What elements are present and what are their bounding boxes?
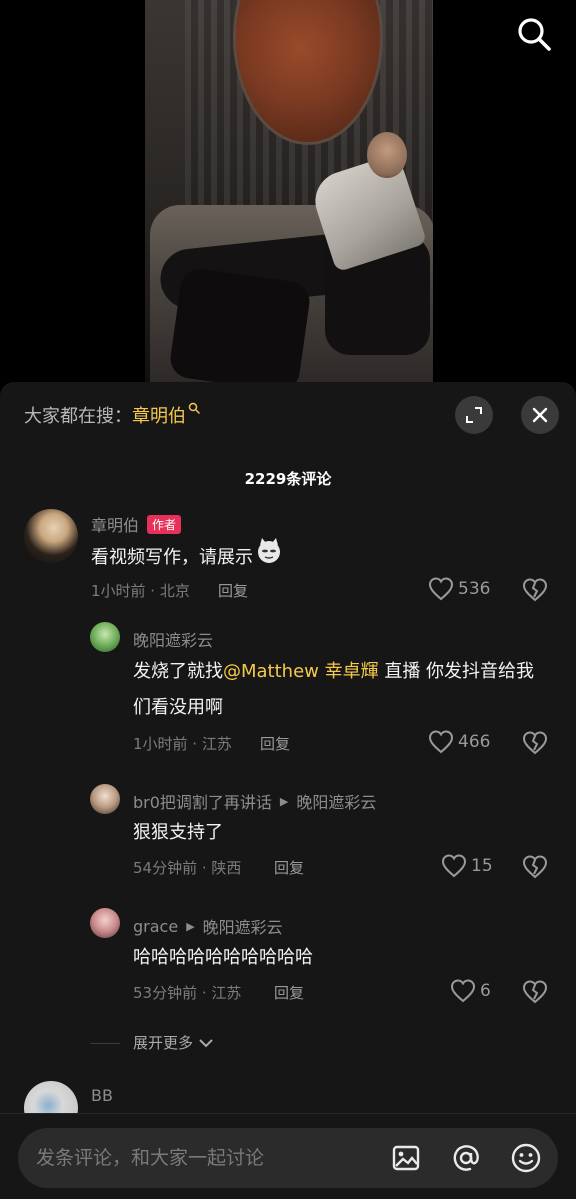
avatar[interactable] [90, 908, 120, 938]
comment-meta: 53分钟前 · 江苏 [133, 984, 242, 1002]
comment-username[interactable]: 章明伯 [91, 512, 139, 536]
reply-button[interactable]: 回复 [274, 857, 304, 878]
expand-more-button[interactable]: 展开更多 [133, 1032, 215, 1053]
avatar[interactable] [24, 509, 78, 563]
chevron-down-icon [199, 1038, 213, 1047]
reply-to-username[interactable]: 晚阳遮彩云 [203, 914, 283, 938]
trending-keyword[interactable]: 章明伯 [132, 402, 186, 428]
avatar[interactable] [90, 784, 120, 814]
comment-text-line2: 们看没用啊 [133, 697, 223, 718]
broken-heart-icon [522, 731, 548, 755]
heart-icon [428, 577, 454, 601]
broken-heart-icon [522, 855, 548, 879]
person-lower-legs [167, 266, 313, 394]
comment-input-container[interactable] [18, 1128, 558, 1188]
like-button[interactable]: 466 [428, 730, 490, 754]
reply-button[interactable]: 回复 [274, 982, 304, 1003]
broken-heart-icon [522, 980, 548, 1004]
expand-button[interactable] [455, 396, 493, 434]
close-icon [532, 407, 548, 423]
comment-meta: 1小时前 · 北京 [91, 582, 190, 600]
search-icon[interactable] [514, 14, 554, 54]
like-button[interactable]: 15 [441, 854, 493, 878]
comment-input[interactable] [36, 1128, 376, 1188]
comment-text: 看视频写作，请展示 [91, 546, 253, 568]
comment-input-bar [0, 1113, 576, 1199]
reply-button[interactable]: 回复 [260, 733, 290, 754]
like-button[interactable]: 6 [450, 979, 491, 1003]
search-small-icon [188, 402, 200, 417]
expand-icon [466, 407, 482, 423]
heart-icon [441, 854, 467, 878]
mention-link[interactable]: @Matthew 幸卓輝 [223, 661, 379, 682]
dislike-button[interactable] [522, 855, 548, 883]
comment-text: 狠狠支持了 [133, 822, 223, 843]
like-count: 536 [458, 579, 491, 599]
cat-emoji-icon [255, 537, 283, 578]
trending-prefix: 大家都在搜： [24, 406, 132, 427]
heart-icon [450, 979, 476, 1003]
heart-icon [428, 730, 454, 754]
comment-text: 发烧了就找 [133, 661, 223, 682]
person-head [367, 132, 407, 178]
reply-arrow-icon: ▶ [186, 919, 195, 933]
like-count: 15 [471, 856, 493, 876]
broken-heart-icon [522, 578, 548, 602]
comment-username[interactable]: 晚阳遮彩云 [133, 627, 213, 651]
reply-to-username[interactable]: 晚阳遮彩云 [296, 789, 376, 813]
reply-arrow-icon: ▶ [279, 794, 289, 808]
comment-username[interactable]: BB [91, 1086, 113, 1105]
comment-count: 2229条评论 [244, 470, 332, 488]
expand-more-label: 展开更多 [133, 1034, 194, 1052]
avatar[interactable] [90, 622, 120, 652]
like-count: 6 [480, 981, 491, 1001]
image-icon[interactable] [390, 1142, 422, 1174]
dislike-button[interactable] [522, 980, 548, 1008]
comment-panel: 大家都在搜： 章明伯 2229条评论 章明伯 作者 看视频写作，请展示 1小时前… [0, 382, 576, 1199]
comment-meta: 54分钟前 · 陕西 [133, 859, 242, 877]
dislike-button[interactable] [522, 578, 548, 606]
video-frame[interactable] [145, 0, 433, 395]
video-player[interactable] [0, 0, 576, 395]
dislike-button[interactable] [522, 731, 548, 759]
comment-text-continued: 直播 你发抖音给我 [378, 661, 535, 682]
close-button[interactable] [521, 396, 559, 434]
comment-username[interactable]: grace [133, 917, 178, 936]
emoji-icon[interactable] [510, 1142, 542, 1174]
comment-username[interactable]: br0把调割了再讲话 [133, 789, 272, 813]
comment-meta: 1小时前 · 江苏 [133, 735, 232, 753]
like-button[interactable]: 536 [428, 577, 490, 601]
divider [90, 1043, 120, 1044]
author-badge: 作者 [147, 514, 182, 534]
comment-text: 哈哈哈哈哈哈哈哈哈哈 [133, 947, 313, 968]
at-mention-icon[interactable] [450, 1142, 482, 1174]
trending-search[interactable]: 大家都在搜： 章明伯 [24, 402, 200, 428]
reply-button[interactable]: 回复 [218, 580, 248, 601]
like-count: 466 [458, 732, 491, 752]
